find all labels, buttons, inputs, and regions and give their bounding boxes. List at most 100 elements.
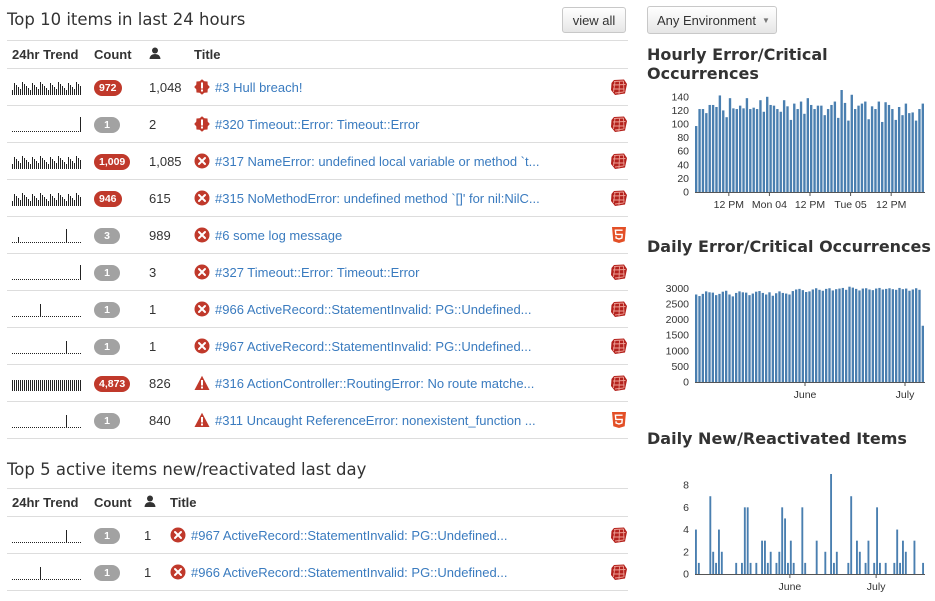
item-title-link[interactable]: #967 ActiveRecord::StatementInvalid: PG:… (215, 339, 532, 354)
bar (784, 518, 787, 574)
x-tick-label: June (778, 581, 801, 593)
spark-bar (20, 542, 21, 543)
spark-bar (76, 380, 77, 391)
table-row: 1 2 #320 Timeout::Error: Timeout::Error (7, 105, 628, 143)
bar (705, 113, 708, 192)
ruby-icon[interactable] (610, 78, 628, 96)
spark-bar (44, 579, 45, 580)
item-title-link[interactable]: #316 ActionController::RoutingError: No … (215, 376, 534, 391)
bar (792, 562, 795, 574)
spark-bar (68, 427, 69, 428)
spark-bar (74, 163, 75, 169)
bar (881, 289, 884, 382)
daily-chart-title: Daily Error/Critical Occurrences (647, 237, 931, 256)
ruby-icon[interactable] (610, 300, 628, 318)
spark-bar (66, 579, 67, 580)
spark-bar (70, 316, 71, 317)
bar (865, 288, 868, 382)
spark-bar (62, 242, 63, 243)
ruby-icon[interactable] (610, 263, 628, 281)
bar (721, 291, 724, 382)
spark-bar (44, 160, 45, 169)
spark-bar (18, 380, 19, 391)
spark-bar (48, 201, 49, 206)
x-tick-label: Mon 04 (752, 199, 787, 211)
ruby-icon[interactable] (610, 115, 628, 133)
spark-bar (30, 131, 31, 132)
item-title-link[interactable]: #967 ActiveRecord::StatementInvalid: PG:… (191, 528, 508, 543)
spark-bar (30, 542, 31, 543)
bar (782, 100, 786, 192)
spark-bar (14, 83, 15, 95)
col-occurrences (144, 488, 170, 517)
spark-bar (72, 87, 73, 95)
bar (858, 290, 861, 382)
bar (781, 292, 784, 382)
trend-sparkline (12, 193, 81, 206)
ruby-icon[interactable] (610, 152, 628, 170)
spark-bar (62, 579, 63, 580)
spark-bar (44, 380, 45, 391)
bar (915, 288, 918, 382)
bar (775, 293, 778, 382)
ruby-icon[interactable] (610, 526, 628, 544)
spark-bar (50, 157, 51, 169)
spark-bar (36, 427, 37, 428)
x-tick-label: 12 PM (714, 199, 744, 211)
caret-down-icon: ▼ (762, 15, 770, 25)
html5-icon[interactable] (610, 411, 628, 429)
view-all-button[interactable]: view all (562, 7, 626, 33)
bar (922, 562, 925, 574)
spark-bar (56, 579, 57, 580)
item-title-link[interactable]: #3 Hull breach! (215, 80, 302, 95)
spark-bar (38, 427, 39, 428)
item-title-link[interactable]: #966 ActiveRecord::StatementInvalid: PG:… (215, 302, 532, 317)
spark-bar (22, 156, 23, 169)
spark-bar (78, 427, 79, 428)
spark-bar (42, 579, 43, 580)
spark-bar (80, 380, 81, 391)
item-title-link[interactable]: #327 Timeout::Error: Timeout::Error (215, 265, 419, 280)
bar (762, 111, 766, 192)
spark-bar (18, 87, 19, 95)
ruby-icon[interactable] (610, 189, 628, 207)
spark-bar (14, 353, 15, 354)
spark-bar (12, 131, 13, 132)
spark-bar (38, 542, 39, 543)
bar (755, 109, 759, 192)
item-title-link[interactable]: #966 ActiveRecord::StatementInvalid: PG:… (191, 565, 508, 580)
ruby-icon[interactable] (610, 374, 628, 392)
spark-bar (46, 579, 47, 580)
environment-dropdown[interactable]: Any Environment ▼ (647, 6, 777, 34)
item-title-link[interactable]: #311 Uncaught ReferenceError: nonexisten… (215, 413, 536, 428)
spark-bar (52, 353, 53, 354)
spark-bar (48, 164, 49, 169)
spark-bar (58, 579, 59, 580)
bar (801, 507, 804, 574)
item-title-link[interactable]: #320 Timeout::Error: Timeout::Error (215, 117, 419, 132)
item-title-link[interactable]: #315 NoMethodError: undefined method `[]… (215, 191, 540, 206)
spark-bar (66, 415, 67, 428)
spark-bar (26, 197, 27, 206)
table-row: 1,009 1,085 #317 NameError: undefined loca… (7, 142, 628, 180)
spark-bar (58, 131, 59, 132)
spark-bar (40, 353, 41, 354)
spark-bar (62, 197, 63, 206)
y-tick-label: 0 (683, 377, 689, 389)
spark-bar (58, 316, 59, 317)
item-title-link[interactable]: #6 some log message (215, 228, 342, 243)
item-title-link[interactable]: #317 NameError: undefined local variable… (215, 154, 539, 169)
spark-bar (44, 131, 45, 132)
spark-bar (80, 117, 81, 132)
spark-bar (64, 380, 65, 391)
ruby-icon[interactable] (610, 337, 628, 355)
ruby-icon[interactable] (610, 563, 628, 581)
html5-icon[interactable] (610, 226, 628, 244)
spark-bar (22, 380, 23, 391)
spark-bar (38, 279, 39, 280)
spark-bar (54, 131, 55, 132)
bar (732, 108, 735, 192)
bar (735, 109, 738, 192)
bar (881, 121, 884, 192)
spark-bar (46, 199, 47, 206)
